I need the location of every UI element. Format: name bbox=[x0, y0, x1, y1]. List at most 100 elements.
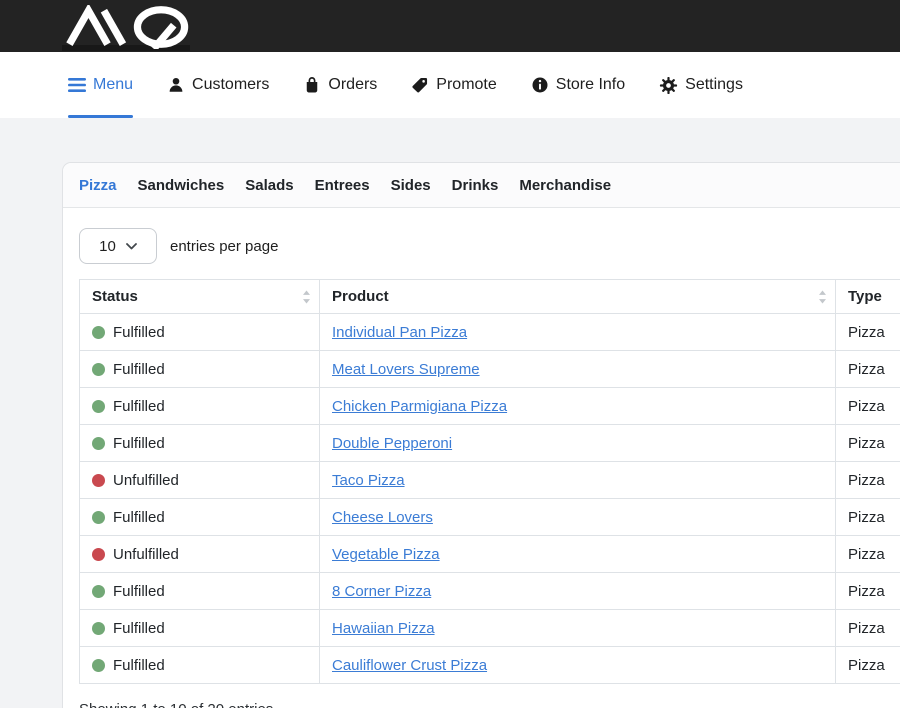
nav-item-settings[interactable]: Settings bbox=[659, 52, 743, 118]
type-cell: Pizza bbox=[836, 388, 900, 425]
product-link[interactable]: Double Pepperoni bbox=[332, 435, 452, 452]
type-label: Pizza bbox=[848, 509, 885, 526]
product-cell: Cheese Lovers bbox=[320, 499, 836, 536]
tab-pizza[interactable]: Pizza bbox=[79, 177, 117, 194]
table-row: Fulfilled Cauliflower Crust Pizza Pizza bbox=[80, 647, 900, 684]
category-tabs: Pizza Sandwiches Salads Entrees Sides Drinks M… bbox=[63, 163, 900, 208]
aiq-logo[interactable] bbox=[64, 5, 200, 49]
column-header-status[interactable]: Status bbox=[80, 280, 320, 314]
type-cell: Pizza bbox=[836, 351, 900, 388]
status-label: Unfulfilled bbox=[113, 472, 179, 489]
status-cell: Fulfilled bbox=[80, 314, 320, 351]
status-cell: Fulfilled bbox=[80, 425, 320, 462]
product-link[interactable]: Cauliflower Crust Pizza bbox=[332, 657, 487, 674]
nav-label: Settings bbox=[685, 76, 743, 94]
tag-icon bbox=[411, 76, 429, 94]
type-label: Pizza bbox=[848, 657, 885, 674]
status-label: Fulfilled bbox=[113, 361, 165, 378]
table-row: Fulfilled Meat Lovers Supreme Pizza bbox=[80, 351, 900, 388]
info-icon bbox=[531, 76, 549, 94]
status-label: Fulfilled bbox=[113, 620, 165, 637]
status-cell: Fulfilled bbox=[80, 351, 320, 388]
status-cell: Unfulfilled bbox=[80, 462, 320, 499]
nav-item-store-info[interactable]: Store Info bbox=[531, 52, 625, 118]
product-link[interactable]: Meat Lovers Supreme bbox=[332, 361, 480, 378]
status-dot bbox=[92, 585, 105, 598]
status-label: Fulfilled bbox=[113, 657, 165, 674]
main-nav: Menu Customers Orders Promote Store I bbox=[0, 52, 900, 118]
product-link[interactable]: 8 Corner Pizza bbox=[332, 583, 431, 600]
status-cell: Fulfilled bbox=[80, 388, 320, 425]
tab-entrees[interactable]: Entrees bbox=[315, 177, 370, 194]
sort-icon[interactable] bbox=[302, 289, 311, 304]
nav-item-promote[interactable]: Promote bbox=[411, 52, 496, 118]
nav-item-orders[interactable]: Orders bbox=[303, 52, 377, 118]
page-size-value: 10 bbox=[99, 238, 116, 255]
product-link[interactable]: Chicken Parmigiana Pizza bbox=[332, 398, 507, 415]
status-dot bbox=[92, 474, 105, 487]
type-label: Pizza bbox=[848, 620, 885, 637]
product-link[interactable]: Cheese Lovers bbox=[332, 509, 433, 526]
sort-icon[interactable] bbox=[818, 289, 827, 304]
product-link[interactable]: Individual Pan Pizza bbox=[332, 324, 467, 341]
status-dot bbox=[92, 400, 105, 413]
type-cell: Pizza bbox=[836, 610, 900, 647]
type-label: Pizza bbox=[848, 361, 885, 378]
tab-salads[interactable]: Salads bbox=[245, 177, 293, 194]
product-link[interactable]: Taco Pizza bbox=[332, 472, 405, 489]
product-cell: Double Pepperoni bbox=[320, 425, 836, 462]
table-summary: Showing 1 to 10 of 20 entries bbox=[79, 701, 900, 708]
product-cell: Chicken Parmigiana Pizza bbox=[320, 388, 836, 425]
product-cell: Cauliflower Crust Pizza bbox=[320, 647, 836, 684]
nav-label: Orders bbox=[328, 76, 377, 94]
column-header-product[interactable]: Product bbox=[320, 280, 836, 314]
product-cell: Hawaiian Pizza bbox=[320, 610, 836, 647]
tab-sides[interactable]: Sides bbox=[391, 177, 431, 194]
table-body: FulfilledIndividual Pan PizzaPizzaFulfil… bbox=[80, 314, 900, 684]
status-cell: Unfulfilled bbox=[80, 536, 320, 573]
products-table: StatusProductType Fulfilled Individual Pa… bbox=[79, 279, 900, 684]
status-cell: Fulfilled bbox=[80, 647, 320, 684]
table-row: Unfulfilled Taco Pizza Pizza bbox=[80, 462, 900, 499]
top-header-bar bbox=[0, 0, 900, 52]
nav-item-menu[interactable]: Menu bbox=[68, 52, 133, 118]
table-row: Fulfilled Cheese Lovers Pizza bbox=[80, 499, 900, 536]
status-label: Unfulfilled bbox=[113, 546, 179, 563]
status-dot bbox=[92, 548, 105, 561]
nav-label: Menu bbox=[93, 76, 133, 94]
product-link[interactable]: Hawaiian Pizza bbox=[332, 620, 435, 637]
nav-label: Customers bbox=[192, 76, 269, 94]
table-row: Fulfilled 8 Corner Pizza Pizza bbox=[80, 573, 900, 610]
status-cell: Fulfilled bbox=[80, 499, 320, 536]
page-size-select[interactable]: 10 bbox=[79, 228, 157, 264]
type-cell: Pizza bbox=[836, 573, 900, 610]
type-cell: Pizza bbox=[836, 462, 900, 499]
table-row: Fulfilled Hawaiian Pizza Pizza bbox=[80, 610, 900, 647]
column-header-type: Type bbox=[836, 280, 900, 314]
person-icon bbox=[167, 76, 185, 94]
status-dot bbox=[92, 659, 105, 672]
status-label: Fulfilled bbox=[113, 398, 165, 415]
table-row: Fulfilled Double Pepperoni Pizza bbox=[80, 425, 900, 462]
product-link[interactable]: Vegetable Pizza bbox=[332, 546, 440, 563]
entries-per-page-row: 10 entries per page bbox=[79, 228, 900, 264]
type-cell: Pizza bbox=[836, 314, 900, 351]
hamburger-icon bbox=[68, 77, 86, 93]
status-cell: Fulfilled bbox=[80, 573, 320, 610]
status-dot bbox=[92, 511, 105, 524]
product-cell: Individual Pan Pizza bbox=[320, 314, 836, 351]
type-cell: Pizza bbox=[836, 425, 900, 462]
table-row: UnfulfilledVegetable PizzaPizza bbox=[80, 536, 900, 573]
table-row: Fulfilled Individual Pan Pizza Pizza bbox=[80, 314, 900, 351]
table-header-row: StatusProductType bbox=[80, 280, 900, 314]
tab-sandwiches[interactable]: Sandwiches bbox=[138, 177, 225, 194]
nav-item-customers[interactable]: Customers bbox=[167, 52, 269, 118]
bag-icon bbox=[303, 76, 321, 94]
tab-merchandise[interactable]: Merchandise bbox=[519, 177, 611, 194]
tab-drinks[interactable]: Drinks bbox=[452, 177, 499, 194]
entries-per-page-label: entries per page bbox=[170, 238, 278, 255]
status-label: Fulfilled bbox=[113, 583, 165, 600]
app-screen: Menu Customers Orders Promote Store I bbox=[0, 0, 900, 708]
card-body: 10 entries per page StatusProductType Fu… bbox=[63, 208, 900, 708]
product-cell: Vegetable Pizza bbox=[320, 536, 836, 573]
